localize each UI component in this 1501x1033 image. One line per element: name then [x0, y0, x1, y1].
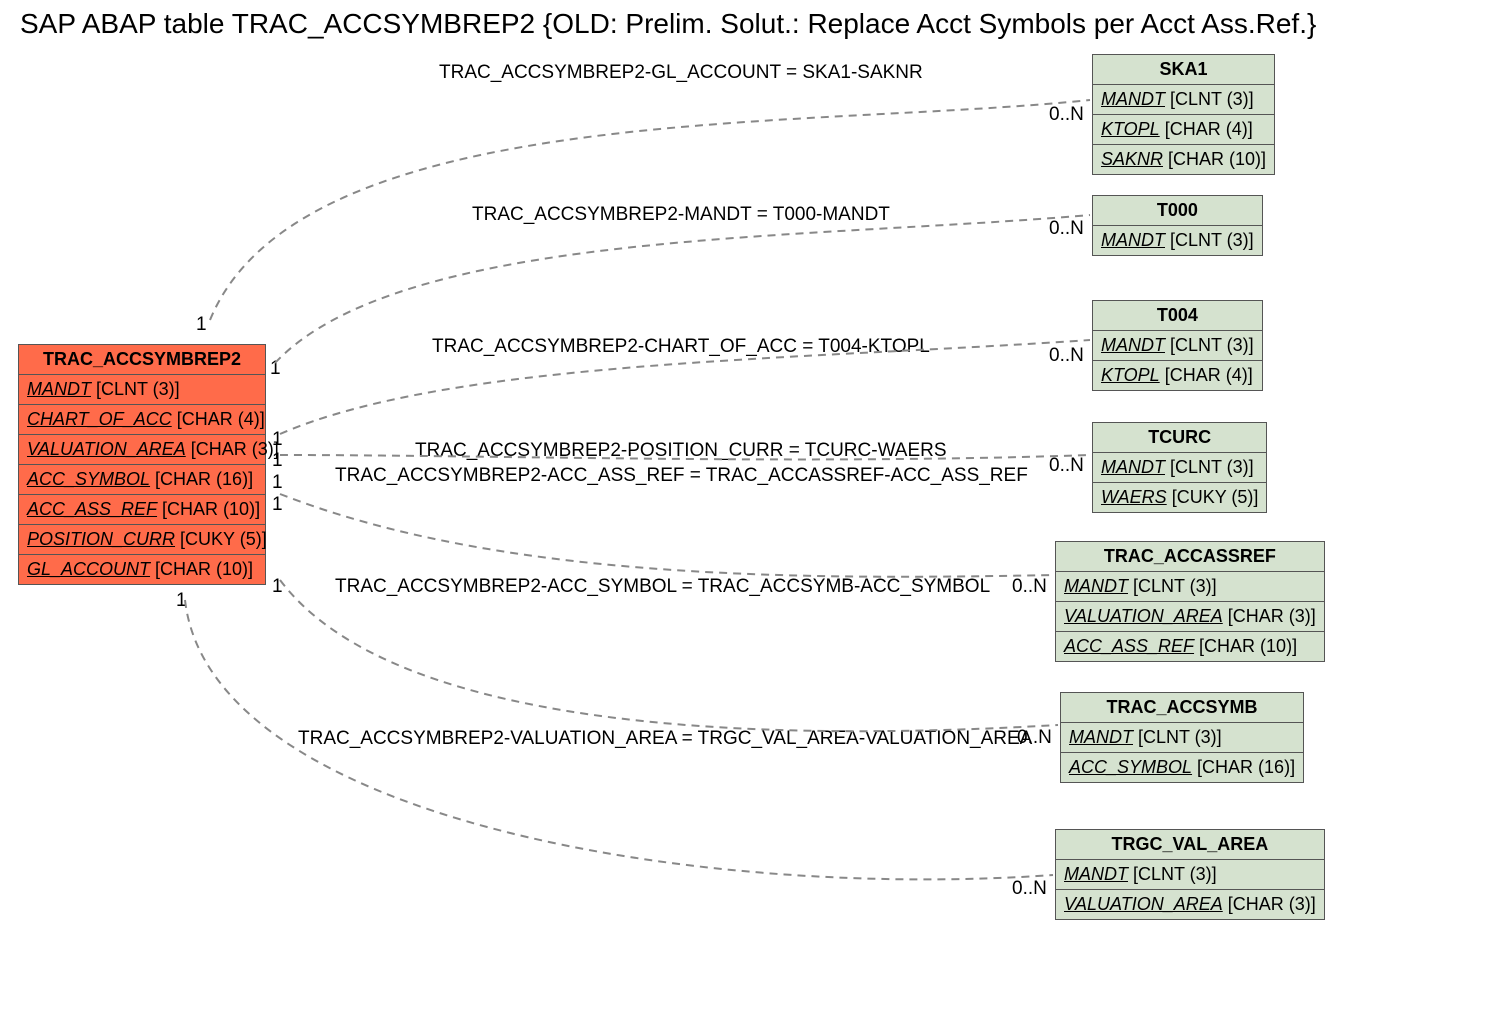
- entity-field: WAERS [CUKY (5)]: [1093, 483, 1266, 512]
- cardinality-source: 1: [272, 450, 283, 472]
- page-title: SAP ABAP table TRAC_ACCSYMBREP2 {OLD: Pr…: [20, 8, 1316, 40]
- cardinality-source: 1: [270, 358, 281, 380]
- entity-trac-accsymbrep2: TRAC_ACCSYMBREP2 MANDT [CLNT (3)]CHART_O…: [18, 344, 266, 585]
- relation-label: TRAC_ACCSYMBREP2-ACC_ASS_REF = TRAC_ACCA…: [335, 465, 1028, 487]
- entity-field: CHART_OF_ACC [CHAR (4)]: [19, 405, 265, 435]
- entity-field: ACC_ASS_REF [CHAR (10)]: [19, 495, 265, 525]
- relation-label: TRAC_ACCSYMBREP2-GL_ACCOUNT = SKA1-SAKNR: [439, 62, 923, 84]
- entity-field: MANDT [CLNT (3)]: [1093, 331, 1262, 361]
- relation-label: TRAC_ACCSYMBREP2-MANDT = T000-MANDT: [472, 204, 890, 226]
- entity-header: T004: [1093, 301, 1262, 331]
- cardinality-source: 1: [272, 429, 283, 451]
- cardinality-target: 0..N: [1049, 104, 1084, 126]
- entity-field: MANDT [CLNT (3)]: [1056, 572, 1324, 602]
- entity-field: POSITION_CURR [CUKY (5)]: [19, 525, 265, 555]
- entity-field: MANDT [CLNT (3)]: [1061, 723, 1303, 753]
- entity-field: MANDT [CLNT (3)]: [1093, 453, 1266, 483]
- relation-label: TRAC_ACCSYMBREP2-CHART_OF_ACC = T004-KTO…: [432, 336, 930, 358]
- entity-ska1: SKA1MANDT [CLNT (3)]KTOPL [CHAR (4)]SAKN…: [1092, 54, 1275, 175]
- entity-tcurc: TCURCMANDT [CLNT (3)]WAERS [CUKY (5)]: [1092, 422, 1267, 513]
- relation-label: TRAC_ACCSYMBREP2-VALUATION_AREA = TRGC_V…: [298, 728, 1032, 750]
- cardinality-target: 0..N: [1012, 576, 1047, 598]
- relation-label: TRAC_ACCSYMBREP2-POSITION_CURR = TCURC-W…: [415, 440, 947, 462]
- entity-header: TRAC_ACCSYMBREP2: [19, 345, 265, 375]
- entity-field: VALUATION_AREA [CHAR (3)]: [1056, 890, 1324, 919]
- cardinality-source: 1: [272, 472, 283, 494]
- cardinality-source: 1: [272, 494, 283, 516]
- entity-accsymb: TRAC_ACCSYMBMANDT [CLNT (3)]ACC_SYMBOL […: [1060, 692, 1304, 783]
- entity-t004: T004MANDT [CLNT (3)]KTOPL [CHAR (4)]: [1092, 300, 1263, 391]
- cardinality-source: 1: [272, 576, 283, 598]
- entity-field: MANDT [CLNT (3)]: [1093, 85, 1274, 115]
- entity-field: MANDT [CLNT (3)]: [1093, 226, 1262, 255]
- cardinality-source: 1: [176, 590, 187, 612]
- entity-header: TRGC_VAL_AREA: [1056, 830, 1324, 860]
- relation-edge: [280, 494, 1053, 577]
- relation-label: TRAC_ACCSYMBREP2-ACC_SYMBOL = TRAC_ACCSY…: [335, 576, 990, 598]
- cardinality-source: 1: [196, 314, 207, 336]
- entity-field: MANDT [CLNT (3)]: [1056, 860, 1324, 890]
- cardinality-target: 0..N: [1017, 727, 1052, 749]
- entity-header: TRAC_ACCSYMB: [1061, 693, 1303, 723]
- entity-field: KTOPL [CHAR (4)]: [1093, 361, 1262, 390]
- entity-valarea: TRGC_VAL_AREAMANDT [CLNT (3)]VALUATION_A…: [1055, 829, 1325, 920]
- entity-field: GL_ACCOUNT [CHAR (10)]: [19, 555, 265, 584]
- entity-field: ACC_ASS_REF [CHAR (10)]: [1056, 632, 1324, 661]
- cardinality-target: 0..N: [1049, 455, 1084, 477]
- entity-field: VALUATION_AREA [CHAR (3)]: [19, 435, 265, 465]
- relation-edge: [280, 580, 1058, 731]
- entity-t000: T000MANDT [CLNT (3)]: [1092, 195, 1263, 256]
- entity-field: MANDT [CLNT (3)]: [19, 375, 265, 405]
- entity-field: VALUATION_AREA [CHAR (3)]: [1056, 602, 1324, 632]
- cardinality-target: 0..N: [1049, 345, 1084, 367]
- entity-header: T000: [1093, 196, 1262, 226]
- entity-header: TCURC: [1093, 423, 1266, 453]
- entity-field: KTOPL [CHAR (4)]: [1093, 115, 1274, 145]
- entity-field: ACC_SYMBOL [CHAR (16)]: [19, 465, 265, 495]
- entity-field: SAKNR [CHAR (10)]: [1093, 145, 1274, 174]
- cardinality-target: 0..N: [1012, 878, 1047, 900]
- entity-field: ACC_SYMBOL [CHAR (16)]: [1061, 753, 1303, 782]
- entity-header: SKA1: [1093, 55, 1274, 85]
- entity-accassref: TRAC_ACCASSREFMANDT [CLNT (3)]VALUATION_…: [1055, 541, 1325, 662]
- cardinality-target: 0..N: [1049, 218, 1084, 240]
- entity-header: TRAC_ACCASSREF: [1056, 542, 1324, 572]
